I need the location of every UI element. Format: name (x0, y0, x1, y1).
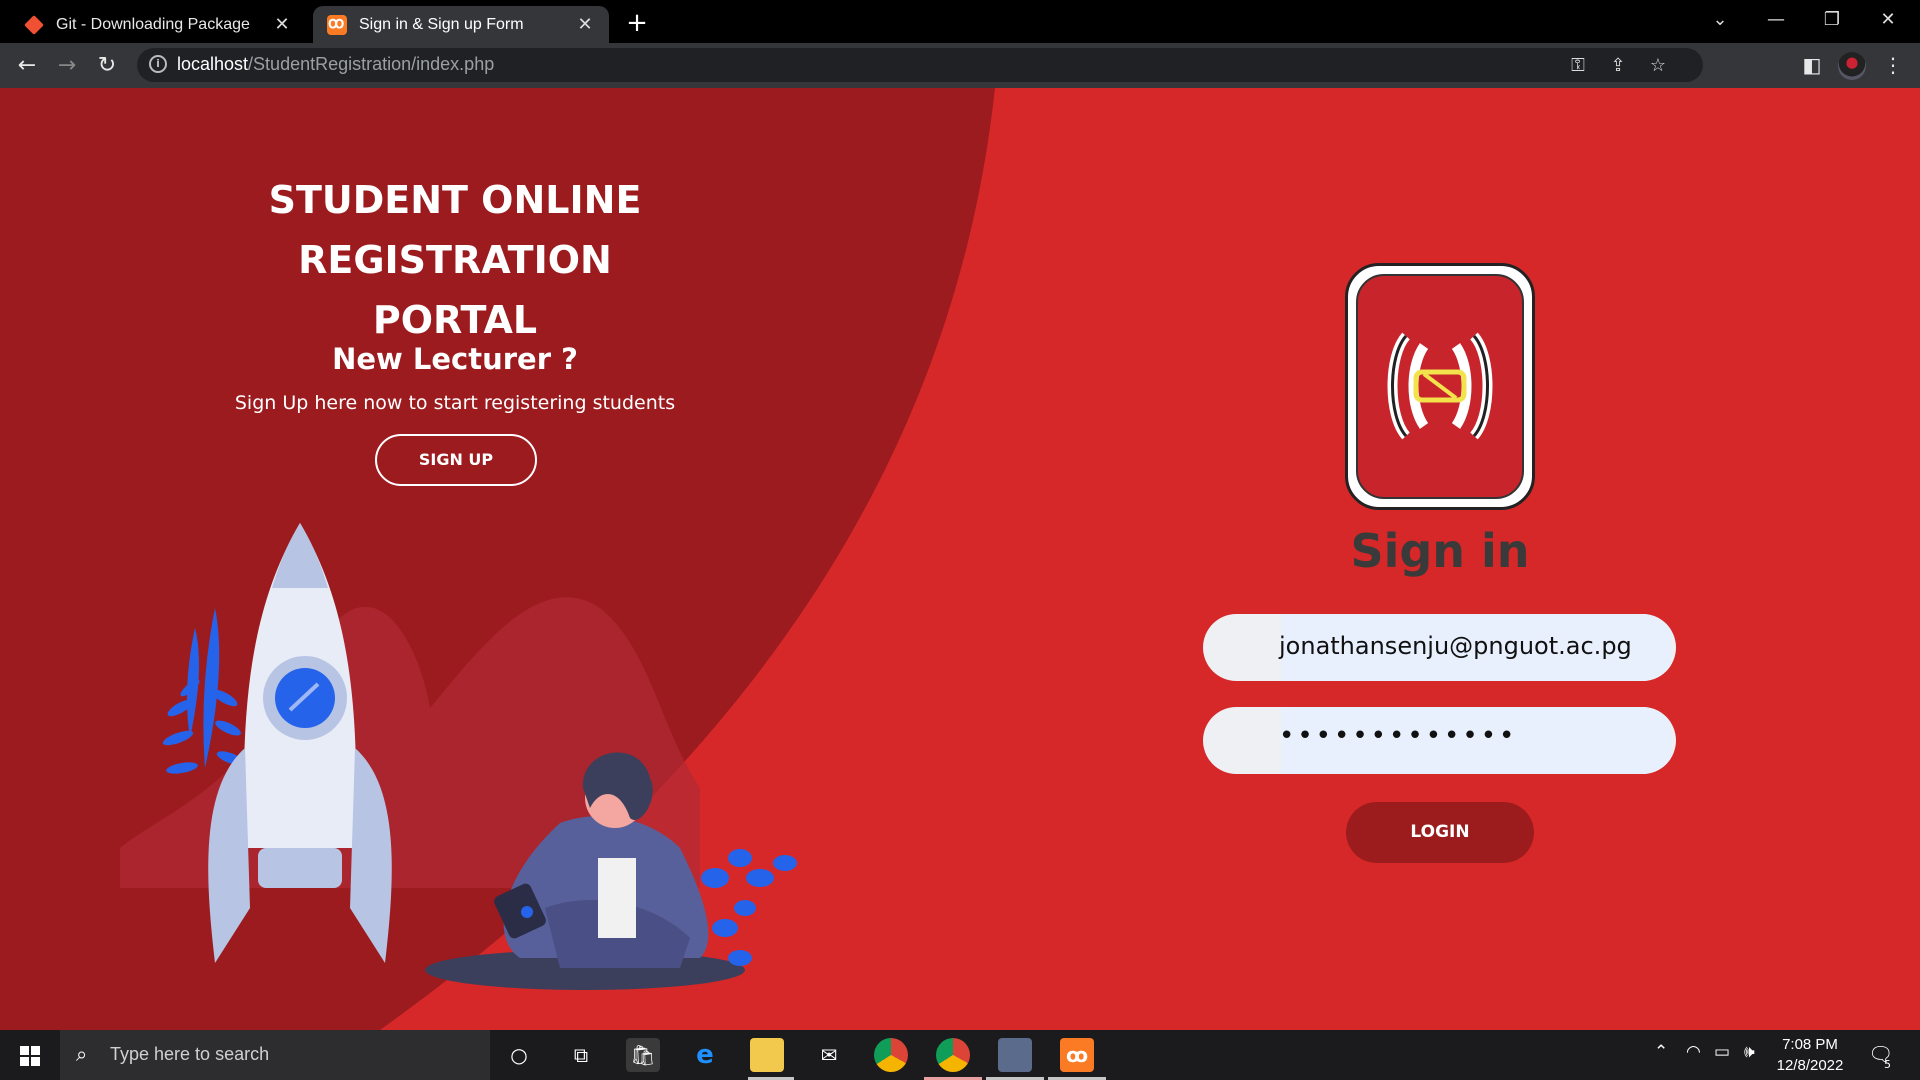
system-clock[interactable]: 7:08 PM 12/8/2022 (1770, 1034, 1850, 1076)
search-placeholder: Type here to search (110, 1044, 270, 1064)
new-tab-button[interactable]: + (622, 8, 652, 38)
show-hidden-icons-icon[interactable]: ⌃ (1654, 1042, 1668, 1062)
forward-icon[interactable]: → (50, 49, 84, 83)
email-field[interactable]: jonathansenju@pnguot.ac.pg (1203, 614, 1676, 681)
side-panel-icon[interactable]: ◧ (1797, 50, 1827, 80)
url-text: localhost/StudentRegistration/index.php (177, 54, 495, 74)
search-icon: ⌕ (76, 1042, 88, 1066)
clock-time: 7:08 PM (1782, 1036, 1838, 1053)
close-window-button[interactable]: ✕ (1860, 0, 1916, 40)
login-button[interactable]: LOGIN (1346, 802, 1534, 863)
signin-title: Sign in (1350, 524, 1530, 578)
logo-emblem-icon (1387, 332, 1493, 440)
address-bar[interactable]: i localhost/StudentRegistration/index.ph… (137, 48, 1703, 82)
new-lecturer-title: New Lecturer ? (332, 342, 578, 376)
task-view-icon[interactable]: ⧉ (564, 1038, 598, 1072)
page-content: STUDENT ONLINE REGISTRATION PORTAL New L… (0, 88, 1920, 1030)
notification-count: 5 (1884, 1058, 1891, 1071)
store-icon[interactable]: 🛍 (626, 1038, 660, 1072)
chrome-active-icon[interactable] (936, 1038, 970, 1072)
browser-tab-bar: Git - Downloading Package ✕ Sign in & Si… (0, 0, 1920, 43)
git-icon (24, 15, 44, 35)
windows-taskbar: ⌕ Type here to search ○ ⧉ 🛍 e ✉ ꝏ ⌃ ◠ ▭ … (0, 1030, 1920, 1080)
university-logo (1345, 263, 1535, 510)
edge-icon[interactable]: e (688, 1038, 722, 1072)
site-info-icon[interactable]: i (149, 55, 167, 73)
reload-icon[interactable]: ↻ (90, 49, 124, 83)
cortana-icon[interactable]: ○ (502, 1038, 536, 1072)
restore-button[interactable]: ❐ (1804, 0, 1860, 40)
password-field[interactable]: ••••••••••••• (1203, 707, 1676, 774)
xampp-taskbar-icon[interactable]: ꝏ (1060, 1038, 1094, 1072)
menu-icon[interactable]: ⋮ (1878, 50, 1908, 80)
tab-title: Sign in & Sign up Form (359, 15, 524, 33)
xampp-icon (327, 13, 347, 35)
clock-date: 12/8/2022 (1776, 1057, 1844, 1074)
close-tab-icon[interactable]: ✕ (272, 14, 292, 35)
battery-icon[interactable]: ▭ (1714, 1042, 1730, 1062)
taskbar-search-box[interactable]: ⌕ Type here to search (60, 1030, 490, 1080)
signup-description: Sign Up here now to start registering st… (234, 392, 676, 414)
chrome-icon[interactable] (874, 1038, 908, 1072)
mail-icon[interactable]: ✉ (812, 1038, 846, 1072)
heading-line-2: PORTAL (372, 298, 538, 342)
password-value: ••••••••••••• (1279, 721, 1518, 751)
page-heading: STUDENT ONLINE REGISTRATION PORTAL (120, 170, 790, 350)
windows-start-icon[interactable] (0, 1030, 60, 1080)
minimize-button[interactable]: — (1748, 0, 1804, 40)
bookmark-star-icon[interactable]: ☆ (1647, 55, 1669, 77)
close-tab-icon[interactable]: ✕ (575, 14, 595, 35)
profile-avatar[interactable] (1838, 52, 1866, 80)
tab-git[interactable]: Git - Downloading Package ✕ (10, 6, 306, 43)
signup-button[interactable]: SIGN UP (375, 434, 537, 486)
remote-desktop-icon[interactable] (998, 1038, 1032, 1072)
network-icon[interactable]: ◠ (1686, 1042, 1701, 1062)
password-key-icon[interactable]: ⚿ (1567, 55, 1589, 77)
heading-line-1: STUDENT ONLINE REGISTRATION (268, 178, 642, 282)
share-icon[interactable]: ⇪ (1607, 55, 1629, 77)
volume-icon[interactable]: 🕪 (1744, 1042, 1755, 1062)
file-explorer-icon[interactable] (750, 1038, 784, 1072)
email-value: jonathansenju@pnguot.ac.pg (1279, 632, 1632, 660)
tab-signin[interactable]: Sign in & Sign up Form ✕ (313, 6, 609, 43)
back-icon[interactable]: ← (10, 49, 44, 83)
tab-search-icon[interactable]: ⌄ (1692, 0, 1748, 40)
tab-title: Git - Downloading Package (56, 15, 250, 33)
